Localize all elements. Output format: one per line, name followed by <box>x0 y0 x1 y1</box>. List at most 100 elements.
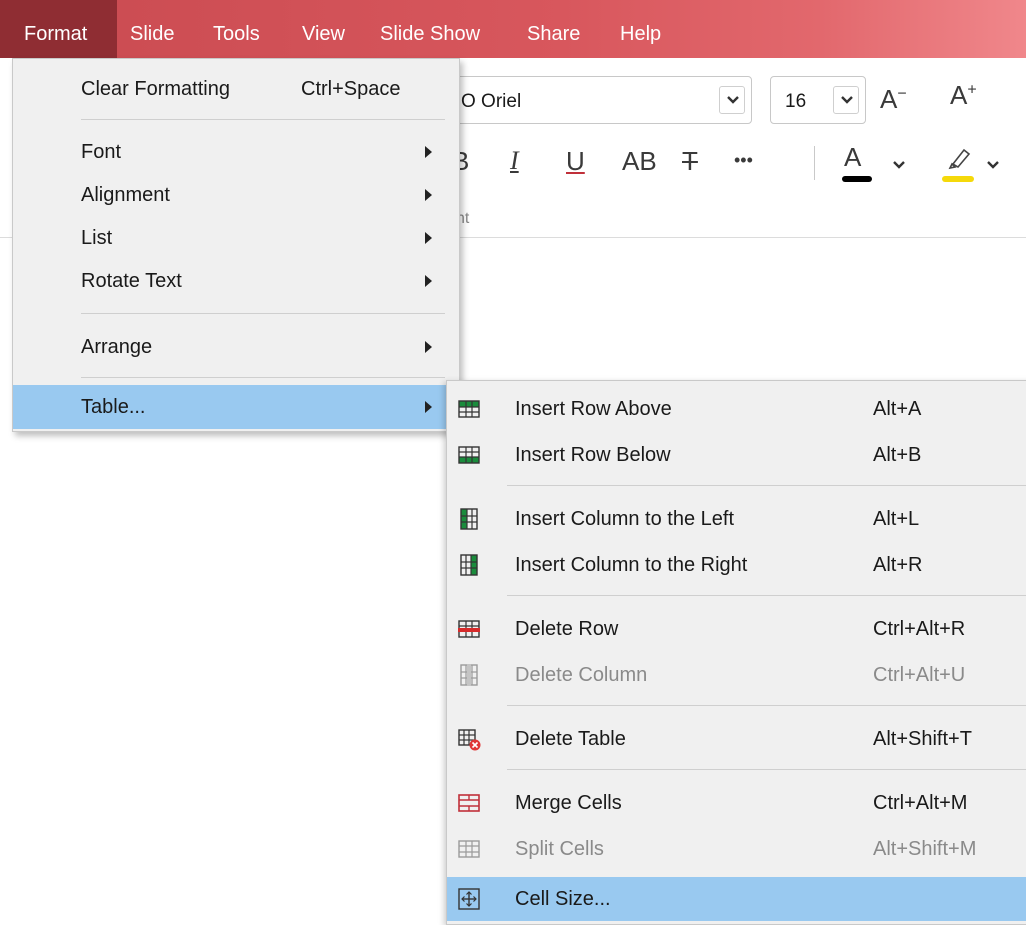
menu-item-label: Clear Formatting <box>81 78 230 100</box>
menu-item-split-cells[interactable]: Split Cells Alt+Shift+M <box>447 827 1026 871</box>
highlighter-icon <box>948 148 971 170</box>
menu-item-table[interactable]: Table... <box>13 385 459 429</box>
menu-item-shortcut: Ctrl+Space <box>301 78 401 100</box>
menu-item-label: Delete Row <box>515 618 619 640</box>
menu-item-label: Delete Table <box>515 728 626 750</box>
chevron-down-icon[interactable] <box>986 160 1000 170</box>
menu-slide[interactable]: Slide <box>130 0 190 58</box>
grow-font-button[interactable]: A+ <box>950 80 977 111</box>
font-name-combobox[interactable]: O Oriel <box>450 76 752 124</box>
menu-item-delete-row[interactable]: Delete Row Ctrl+Alt+R <box>447 607 1026 651</box>
font-color-button[interactable]: A <box>842 142 872 182</box>
menu-slide-show-label: Slide Show <box>380 23 481 45</box>
menu-format-label: Format <box>24 23 88 45</box>
menu-share-label: Share <box>527 23 581 45</box>
menu-slide-show[interactable]: Slide Show <box>380 0 500 58</box>
delete-column-icon <box>460 664 478 686</box>
menu-item-label: Insert Column to the Left <box>515 508 735 530</box>
menu-separator <box>507 485 1026 486</box>
menu-item-shortcut: Alt+L <box>873 508 920 530</box>
submenu-arrow-icon <box>425 232 432 244</box>
menu-item-label: Insert Column to the Right <box>515 554 748 576</box>
chevron-down-icon <box>727 96 739 104</box>
font-name-dropdown-button[interactable] <box>719 86 745 114</box>
menu-share[interactable]: Share <box>527 0 597 58</box>
menu-item-shortcut: Ctrl+Alt+M <box>873 792 968 814</box>
menu-item-shortcut: Alt+Shift+T <box>873 728 972 750</box>
merge-cells-icon <box>458 794 480 812</box>
menu-tools-label: Tools <box>213 23 260 45</box>
menu-item-insert-row-above[interactable]: Insert Row Above Alt+A <box>447 387 1026 431</box>
menu-item-insert-column-left[interactable]: Insert Column to the Left Alt+L <box>447 497 1026 541</box>
menu-item-clear-formatting[interactable]: Clear Formatting Ctrl+Space <box>13 67 459 111</box>
menu-item-shortcut: Ctrl+Alt+R <box>873 618 966 640</box>
insert-row-above-icon <box>458 400 480 418</box>
submenu-arrow-icon <box>425 341 432 353</box>
menu-item-shortcut: Alt+R <box>873 554 923 576</box>
menu-separator <box>507 769 1026 770</box>
menu-item-arrange[interactable]: Arrange <box>13 325 459 369</box>
menu-bar: Format Slide Tools View Slide Show Share… <box>0 0 1026 58</box>
submenu-arrow-icon <box>425 401 432 413</box>
toolbar-divider <box>814 146 815 180</box>
submenu-arrow-icon <box>425 275 432 287</box>
menu-separator <box>81 377 445 378</box>
font-color-swatch <box>842 176 872 182</box>
font-size-combobox[interactable]: 16 <box>770 76 866 124</box>
submenu-arrow-icon <box>425 146 432 158</box>
underline-button[interactable]: U <box>566 146 585 177</box>
menu-item-rotate-text[interactable]: Rotate Text <box>13 259 459 303</box>
menu-item-list[interactable]: List <box>13 216 459 260</box>
chevron-down-icon[interactable] <box>892 160 906 170</box>
font-size-dropdown-button[interactable] <box>833 86 859 114</box>
shrink-font-button[interactable]: A− <box>880 84 907 115</box>
format-menu: Clear Formatting Ctrl+Space Font Alignme… <box>12 58 460 432</box>
caps-button[interactable]: AB <box>622 146 657 177</box>
split-cells-icon <box>458 840 480 858</box>
highlight-color-swatch <box>942 176 974 182</box>
menu-separator <box>81 119 445 120</box>
menu-item-label: Alignment <box>81 184 170 206</box>
menu-separator <box>507 705 1026 706</box>
menu-separator <box>81 313 445 314</box>
menu-item-insert-column-right[interactable]: Insert Column to the Right Alt+R <box>447 543 1026 587</box>
strikethrough-button[interactable]: T <box>682 146 698 177</box>
more-button[interactable]: ••• <box>734 150 753 171</box>
menu-item-insert-row-below[interactable]: Insert Row Below Alt+B <box>447 433 1026 477</box>
insert-column-left-icon <box>460 508 478 530</box>
menu-item-label: Arrange <box>81 336 153 358</box>
menu-item-shortcut: Alt+Shift+M <box>873 838 977 860</box>
table-submenu: Insert Row Above Alt+A Insert Row Below … <box>446 380 1026 925</box>
menu-item-shortcut: Alt+A <box>873 398 922 420</box>
menu-help[interactable]: Help <box>620 0 680 58</box>
menu-item-shortcut: Ctrl+Alt+U <box>873 664 966 686</box>
cell-size-icon <box>458 888 480 910</box>
font-color-icon: A <box>844 142 862 172</box>
menu-item-alignment[interactable]: Alignment <box>13 173 459 217</box>
menu-item-label: Rotate Text <box>81 270 182 292</box>
insert-column-right-icon <box>460 554 478 576</box>
menu-item-label: Split Cells <box>515 838 604 860</box>
highlight-color-button[interactable] <box>942 142 974 182</box>
menu-item-font[interactable]: Font <box>13 130 459 174</box>
menu-slide-label: Slide <box>130 23 175 45</box>
menu-format[interactable]: Format <box>0 0 117 58</box>
delete-row-icon <box>458 620 480 638</box>
menu-item-label: List <box>81 227 113 249</box>
menu-item-label: Merge Cells <box>515 792 622 814</box>
italic-button[interactable]: I <box>510 146 519 176</box>
menu-view[interactable]: View <box>302 0 362 58</box>
menu-item-delete-table[interactable]: Delete Table Alt+Shift+T <box>447 717 1026 761</box>
insert-row-below-icon <box>458 446 480 464</box>
menu-item-label: Table... <box>81 396 146 418</box>
menu-item-cell-size[interactable]: Cell Size... <box>447 877 1026 921</box>
font-size-value: 16 <box>785 91 807 112</box>
menu-item-label: Delete Column <box>515 664 648 686</box>
menu-item-label: Cell Size... <box>515 888 611 910</box>
menu-tools[interactable]: Tools <box>213 0 273 58</box>
menu-separator <box>507 595 1026 596</box>
menu-item-delete-column[interactable]: Delete Column Ctrl+Alt+U <box>447 653 1026 697</box>
font-name-value: O Oriel <box>461 91 522 112</box>
menu-item-merge-cells[interactable]: Merge Cells Ctrl+Alt+M <box>447 781 1026 825</box>
submenu-arrow-icon <box>425 189 432 201</box>
